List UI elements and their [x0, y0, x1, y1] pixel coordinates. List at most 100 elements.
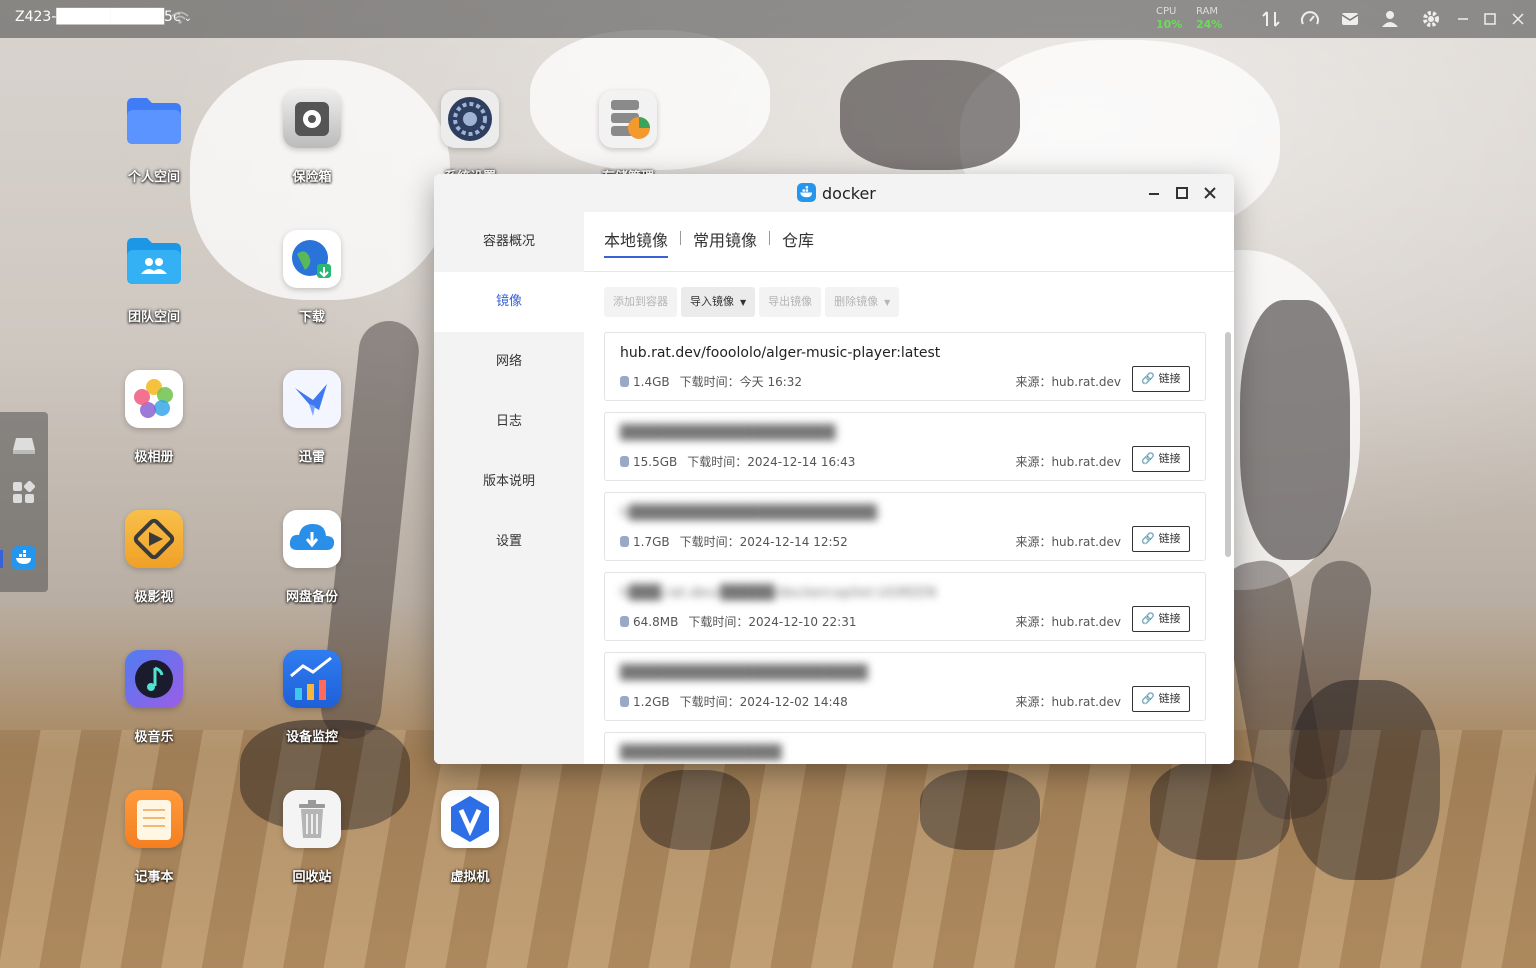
desktop-icon-video[interactable]: 极影视 [104, 510, 204, 605]
desktop-icon-personal-space[interactable]: 个人空间 [104, 90, 204, 185]
import-image-label: 导入镜像 [690, 295, 734, 308]
desktop-icon-system-settings[interactable]: 系统设置 [420, 90, 520, 185]
drive-icon[interactable] [11, 432, 37, 458]
image-source: 来源：hub.rat.dev [1015, 455, 1121, 469]
desktop-icon-storage[interactable]: 存储管理 [578, 90, 678, 185]
minimize-icon[interactable] [1146, 185, 1162, 201]
delete-image-label: 删除镜像 [834, 295, 879, 308]
music-icon [125, 650, 183, 708]
tab-repository[interactable]: 仓库 [782, 227, 814, 256]
desktop-icon-label: 迅雷 [298, 450, 325, 465]
database-icon [620, 696, 629, 707]
database-icon [620, 536, 629, 547]
delete-image-button[interactable]: 删除镜像 ▼ [825, 287, 900, 317]
tab-divider [769, 231, 771, 245]
desktop-icon-device-monitor[interactable]: 设备监控 [262, 650, 362, 745]
image-card[interactable]: ████████████████████ 15.5GB 下载时间：2024-12-1… [604, 412, 1206, 481]
desktop-icon-safe[interactable]: 保险箱 [262, 90, 362, 185]
wallpaper-shoe-2 [640, 770, 750, 850]
image-card[interactable]: hub.rat.dev/fooololo/alger-music-player:… [604, 332, 1206, 401]
sidebar-item-settings[interactable]: 设置 [434, 512, 584, 572]
sidebar-item-logs[interactable]: 日志 [434, 392, 584, 452]
main-panel: 本地镜像 常用镜像 仓库 添加到容器 导入镜像 ▼ 导出镜像 删除镜像 ▼ hub.rat.d… [584, 212, 1234, 764]
wallpaper-skirt-1 [840, 60, 1020, 170]
image-card[interactable]: ███████████████████████ 1.2GB 下载时间：2024-12… [604, 652, 1206, 721]
link-button[interactable]: 🔗 链接 [1132, 686, 1190, 712]
close-icon[interactable] [1508, 9, 1528, 29]
image-size: 1.7GB [633, 535, 670, 549]
user-icon[interactable] [1380, 9, 1400, 29]
thunder-bird-icon [283, 370, 341, 428]
export-image-button[interactable]: 导出镜像 [759, 287, 822, 317]
device-selector[interactable]: Z423-██████████5c ⌄ [15, 9, 192, 25]
sidebar-item-release-notes[interactable]: 版本说明 [434, 452, 584, 512]
transfer-icon[interactable] [1261, 9, 1281, 29]
desktop-icon-thunder[interactable]: 迅雷 [262, 370, 362, 465]
download-time: 今天 16:32 [739, 375, 803, 389]
mail-icon[interactable] [1340, 9, 1360, 29]
download-time-label: 下载时间： [679, 535, 740, 549]
desktop-icon-recycle-bin[interactable]: 回收站 [262, 790, 362, 885]
image-size: 15.5GB [633, 455, 678, 469]
safe-icon [283, 90, 341, 148]
desktop-icon-notepad[interactable]: 记事本 [104, 790, 204, 885]
docker-logo-icon [797, 183, 816, 202]
maximize-icon[interactable] [1174, 185, 1190, 201]
top-bar: Z423-██████████5c ⌄ CPU 10% RAM 24% [0, 0, 1536, 38]
image-size: 64.8MB [633, 615, 679, 629]
storage-icon [599, 90, 657, 148]
desktop-icon-music[interactable]: 极音乐 [104, 650, 204, 745]
ram-stat: RAM 24% [1196, 5, 1222, 31]
apps-grid-icon[interactable] [11, 480, 37, 506]
speedometer-icon[interactable] [1300, 9, 1320, 29]
desktop-icon-label: 极音乐 [134, 730, 174, 745]
wallpaper-leg-3 [1284, 556, 1376, 784]
sidebar-item-images[interactable]: 镜像 [434, 272, 584, 332]
image-card[interactable]: h███.rat.dev/█████/dockercopilot:UGREEN 6… [604, 572, 1206, 641]
wallpaper-leg-2 [1217, 555, 1333, 825]
ram-label: RAM [1196, 6, 1219, 17]
link-button[interactable]: 🔗 链接 [1132, 366, 1190, 392]
caret-down-icon: ▼ [884, 298, 891, 307]
cpu-stat: CPU 10% [1156, 5, 1182, 31]
docker-window: docker 容器概况 镜像 网络 日志 版本说明 设置 本地镜像 常用镜像 仓库 … [434, 174, 1234, 764]
link-button[interactable]: 🔗 链接 [1132, 606, 1190, 632]
maximize-icon[interactable] [1480, 9, 1500, 29]
desktop-icon-virtual-machine[interactable]: 虚拟机 [420, 790, 520, 885]
docker-icon[interactable] [12, 546, 36, 570]
link-label: 链接 [1158, 532, 1181, 545]
link-button[interactable]: 🔗 链接 [1132, 526, 1190, 552]
link-icon: 🔗 [1141, 532, 1156, 545]
desktop-icon-label: 设备监控 [285, 730, 338, 745]
monitor-chart-icon [283, 650, 341, 708]
image-meta: 1.7GB 下载时间：2024-12-14 12:52 [620, 533, 848, 550]
tab-common-images[interactable]: 常用镜像 [693, 227, 757, 256]
image-source: 来源：hub.rat.dev [1015, 615, 1121, 629]
image-size: 1.2GB [633, 695, 670, 709]
wallpaper-shoe-3 [920, 770, 1040, 850]
desktop-icon-photos[interactable]: 极相册 [104, 370, 204, 465]
image-card[interactable]: h███████████████████████: 1.7GB 下载时间：2024-… [604, 492, 1206, 561]
window-titlebar[interactable]: docker [434, 174, 1234, 212]
image-card[interactable]: ███████████████ [604, 732, 1206, 764]
link-button[interactable]: 🔗 链接 [1132, 446, 1190, 472]
sidebar-item-network[interactable]: 网络 [434, 332, 584, 392]
caret-down-icon: ▼ [740, 298, 747, 307]
wallpaper-shoe-5 [1290, 680, 1440, 880]
import-image-button[interactable]: 导入镜像 ▼ [681, 287, 756, 317]
add-to-container-button[interactable]: 添加到容器 [604, 287, 677, 317]
tab-local-images[interactable]: 本地镜像 [604, 227, 669, 258]
image-meta: 1.4GB 下载时间：今天 16:32 [620, 373, 802, 390]
desktop-icon-team-space[interactable]: 团队空间 [104, 230, 204, 325]
window-title-text: docker [822, 184, 876, 203]
restore-icon[interactable] [1453, 9, 1473, 29]
notepad-icon [125, 790, 183, 848]
desktop-icon-label: 网盘备份 [285, 590, 338, 605]
gear-icon[interactable] [1421, 9, 1441, 29]
close-icon[interactable] [1202, 185, 1218, 201]
desktop-icon-download[interactable]: 下载 [262, 230, 362, 325]
sidebar-item-container-overview[interactable]: 容器概况 [434, 212, 584, 272]
scrollbar[interactable] [1225, 332, 1231, 557]
active-indicator [0, 550, 3, 568]
desktop-icon-cloud-backup[interactable]: 网盘备份 [262, 510, 362, 605]
